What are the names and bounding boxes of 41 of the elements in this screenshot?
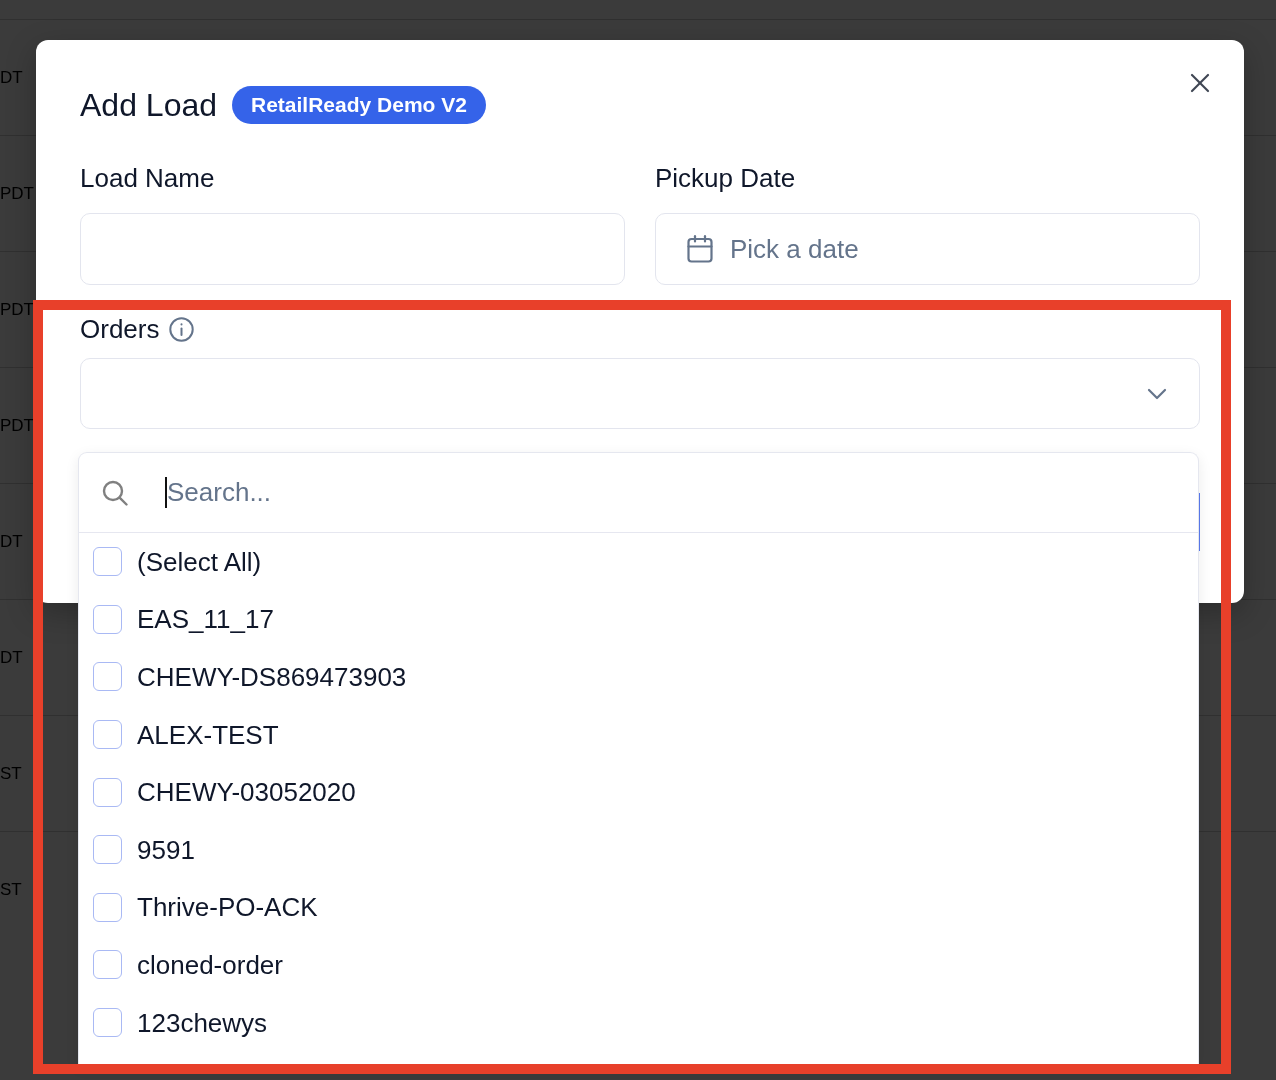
table-cell: DT [0, 647, 23, 668]
field-label: Pickup Date [655, 163, 797, 193]
option-label[interactable]: 123chewys [137, 1007, 268, 1038]
checkbox[interactable] [93, 1008, 122, 1038]
checkbox[interactable] [93, 662, 122, 692]
field-label: Load Name [80, 163, 216, 193]
dialog-title: Add Load [80, 86, 217, 124]
option-label[interactable]: CHEWY-DS869473903 [137, 662, 407, 692]
option-label[interactable]: EAS_11_17 [137, 604, 274, 635]
option-label[interactable]: CHEWY-03052020 [137, 777, 356, 808]
chevron-down-icon [1147, 387, 1167, 400]
table-cell: PDT [0, 299, 34, 320]
option-label[interactable]: (Select All) [137, 546, 262, 577]
table-cell: ST [0, 763, 22, 784]
search-icon [102, 479, 128, 506]
button-edge[interactable] [1198, 493, 1200, 551]
table-cell: DT [0, 67, 23, 88]
table-cell: ST [0, 879, 22, 900]
option-label[interactable]: cloned-order [137, 949, 283, 980]
checkbox[interactable] [93, 892, 122, 922]
calendar-icon [687, 235, 713, 263]
table-cell: PDT [0, 415, 34, 436]
close-icon [1190, 73, 1210, 93]
info-icon[interactable] [169, 316, 195, 342]
field-label: Orders [80, 314, 160, 344]
text-input[interactable] [80, 213, 625, 285]
workspace-badge: RetailReady Demo V2 [232, 86, 486, 124]
checkbox[interactable] [93, 835, 122, 865]
option-label[interactable]: Thrive-PO-ACK [137, 892, 318, 923]
table-cell: PDT [0, 183, 34, 204]
checkbox[interactable] [93, 547, 122, 577]
orders-select[interactable] [80, 358, 1200, 429]
checkbox[interactable] [93, 720, 122, 750]
search-input[interactable]: Search... [167, 472, 1178, 513]
option-label[interactable]: ALEX-TEST [137, 719, 279, 750]
option-label[interactable]: 9591 [137, 834, 195, 865]
table-cell: DT [0, 531, 23, 552]
checkbox[interactable] [93, 950, 122, 980]
checkbox[interactable] [93, 777, 122, 807]
date-picker[interactable]: Pick a date [655, 213, 1200, 285]
checkbox[interactable] [93, 604, 122, 634]
